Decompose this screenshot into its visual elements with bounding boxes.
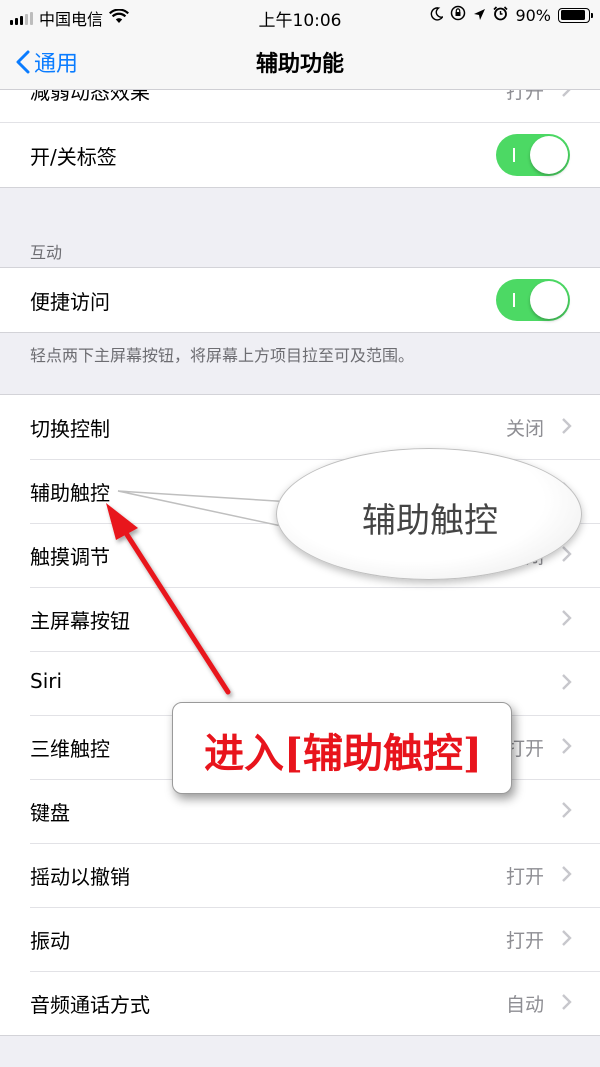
- bubble-text: 辅助触控: [362, 501, 498, 541]
- red-arrow-icon: [106, 503, 231, 695]
- instruction-callout: 进入[辅助触控]: [172, 702, 512, 794]
- speech-bubble: 辅助触控: [276, 448, 582, 580]
- bubble-tail: [117, 490, 302, 531]
- callout-text: 进入[辅助触控]: [204, 730, 482, 777]
